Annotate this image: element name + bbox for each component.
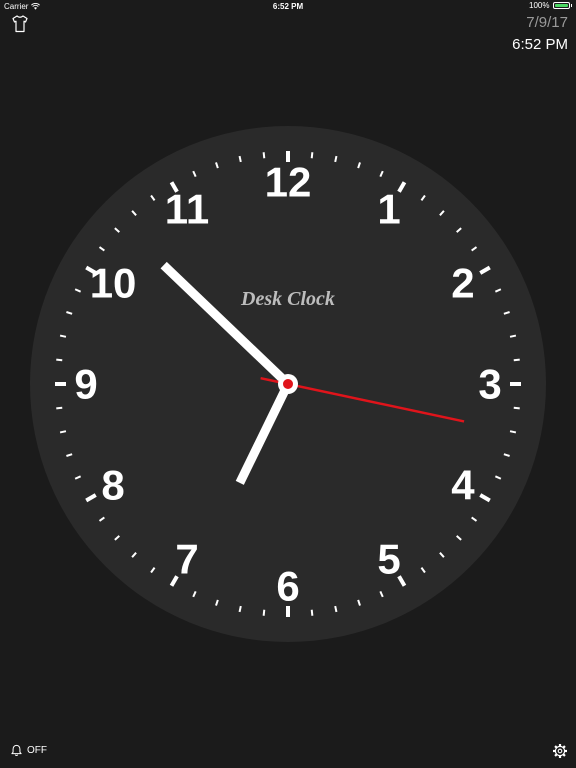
minute-tick [513, 406, 520, 410]
battery-icon [552, 2, 570, 9]
settings-button[interactable] [552, 743, 568, 759]
clock-numeral-12: 12 [265, 159, 312, 206]
clock-brand-label: Desk Clock [240, 288, 335, 310]
current-time: 6:52 PM [512, 36, 568, 53]
minute-tick [59, 430, 67, 434]
minute-tick [56, 406, 63, 410]
bell-icon [11, 744, 22, 756]
minute-tick [509, 430, 517, 434]
minute-tick [509, 334, 517, 338]
tshirt-icon [12, 15, 28, 33]
minute-tick [310, 609, 314, 616]
clock-numeral-6: 6 [276, 563, 299, 610]
status-bar: Carrier 6:52 PM 100% [0, 0, 576, 12]
clock-numeral-3: 3 [478, 361, 501, 408]
minute-tick [334, 155, 338, 163]
minute-tick [262, 609, 266, 616]
minute-tick [56, 358, 63, 362]
theme-button[interactable] [10, 14, 30, 34]
clock-numeral-8: 8 [101, 462, 124, 509]
minute-tick [310, 152, 314, 159]
clock-numeral-9: 9 [74, 361, 97, 408]
clock-numeral-4: 4 [451, 462, 475, 509]
gear-icon [553, 744, 567, 758]
clock-numeral-10: 10 [90, 260, 137, 307]
alarm-state-label: OFF [27, 745, 47, 756]
status-time: 6:52 PM [272, 2, 304, 11]
battery-indicator: 100% [529, 1, 572, 10]
minute-tick [513, 358, 520, 362]
minute-tick [59, 334, 67, 338]
clock-numeral-11: 11 [165, 186, 209, 233]
second-hand-pivot [283, 379, 293, 389]
alarm-toggle[interactable]: OFF [10, 744, 47, 757]
minute-tick [262, 152, 266, 159]
minute-tick [334, 605, 338, 613]
current-date: 7/9/17 [526, 14, 568, 31]
minute-tick [238, 605, 242, 613]
clock-numeral-7: 7 [175, 535, 198, 582]
analog-clock: 121234567891011 Desk Clock [30, 126, 546, 642]
minute-tick [238, 155, 242, 163]
battery-percent: 100% [529, 1, 550, 10]
clock-numeral-1: 1 [377, 186, 400, 233]
clock-numeral-5: 5 [377, 535, 400, 582]
clock-numeral-2: 2 [451, 260, 474, 307]
